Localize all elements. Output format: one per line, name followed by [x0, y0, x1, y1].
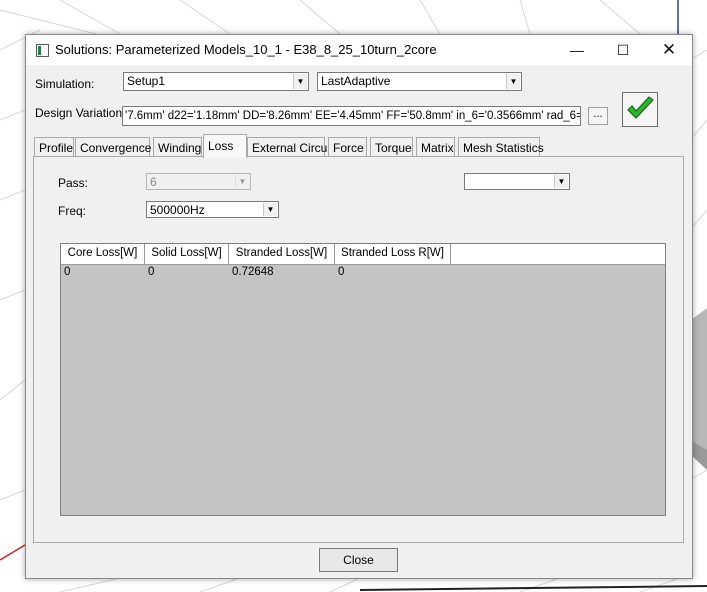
- close-window-button[interactable]: ✕: [646, 35, 692, 65]
- checkmark-icon: [627, 96, 654, 119]
- cell-stranded-loss-r: 0: [338, 266, 345, 278]
- tab-profile[interactable]: Profile: [34, 137, 74, 157]
- tab-winding[interactable]: Winding: [153, 137, 202, 157]
- browse-variation-button[interactable]: ...: [588, 107, 608, 125]
- loss-table-header: Core Loss[W] Solid Loss[W] Stranded Loss…: [61, 244, 665, 265]
- simulation-setup-value: Setup1: [127, 74, 166, 88]
- tab-mesh-statistics[interactable]: Mesh Statistics: [458, 137, 544, 157]
- design-variation-label: Design Variation:: [35, 106, 126, 120]
- tab-loss[interactable]: Loss: [203, 134, 247, 158]
- pass-type-select[interactable]: LastAdaptive ▼: [317, 72, 522, 91]
- freq-label: Freq:: [58, 204, 87, 218]
- chevron-down-icon: ▼: [554, 175, 568, 188]
- title-bar[interactable]: Solutions: Parameterized Models_10_1 - E…: [26, 35, 692, 65]
- window-title: Solutions: Parameterized Models_10_1 - E…: [55, 42, 437, 57]
- tab-convergence[interactable]: Convergence: [75, 137, 151, 157]
- apply-variation-button[interactable]: [622, 92, 658, 127]
- design-variation-field[interactable]: '7.6mm' d22='1.18mm' DD='8.26mm' EE='4.4…: [122, 106, 581, 126]
- pass-select: 6 ▼: [146, 173, 251, 190]
- minimize-button[interactable]: —: [554, 35, 600, 65]
- loss-tab-panel: Pass: 6 ▼ ▼ Freq: 500000Hz ▼ Core Loss[W…: [33, 156, 684, 543]
- chevron-down-icon: ▼: [506, 74, 520, 89]
- tab-matrix[interactable]: Matrix: [416, 137, 455, 157]
- tab-torque[interactable]: Torque: [370, 137, 413, 157]
- cell-stranded-loss: 0.72648: [232, 266, 274, 278]
- simulation-label: Simulation:: [35, 77, 95, 91]
- solutions-dialog: Solutions: Parameterized Models_10_1 - E…: [25, 34, 693, 579]
- column-header-stranded-loss-r[interactable]: Stranded Loss R[W]: [335, 244, 451, 264]
- freq-select[interactable]: 500000Hz ▼: [146, 201, 279, 218]
- freq-value: 500000Hz: [150, 203, 205, 217]
- column-header-core-loss[interactable]: Core Loss[W]: [61, 244, 145, 264]
- close-button[interactable]: Close: [319, 548, 398, 572]
- chevron-down-icon: ▼: [293, 74, 307, 89]
- chevron-down-icon: ▼: [235, 175, 249, 188]
- tab-external-circuit[interactable]: External Circuit: [247, 137, 333, 157]
- pass-label: Pass:: [58, 176, 89, 190]
- cell-core-loss: 0: [64, 266, 71, 278]
- tab-force[interactable]: Force: [328, 137, 367, 157]
- pass-type-value: LastAdaptive: [321, 74, 391, 88]
- maximize-button[interactable]: ☐: [600, 35, 646, 65]
- loss-table[interactable]: Core Loss[W] Solid Loss[W] Stranded Loss…: [60, 243, 666, 516]
- cell-solid-loss: 0: [148, 266, 155, 278]
- simulation-setup-select[interactable]: Setup1 ▼: [123, 72, 309, 91]
- pass-value: 6: [150, 175, 157, 189]
- app-window-icon: [36, 44, 49, 57]
- column-header-stranded-loss[interactable]: Stranded Loss[W]: [229, 244, 335, 264]
- column-header-solid-loss[interactable]: Solid Loss[W]: [145, 244, 229, 264]
- design-variation-value: '7.6mm' d22='1.18mm' DD='8.26mm' EE='4.4…: [125, 110, 581, 122]
- chevron-down-icon: ▼: [263, 203, 277, 216]
- variation-filter-select[interactable]: ▼: [464, 173, 570, 190]
